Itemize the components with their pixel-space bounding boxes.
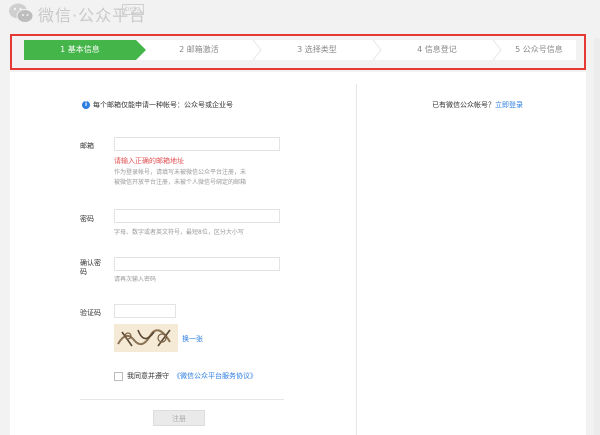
captcha-label: 验证码 xyxy=(80,309,101,317)
vertical-divider xyxy=(356,84,357,435)
password-label: 密码 xyxy=(80,215,94,223)
step-email-activate: 2 邮箱激活 xyxy=(146,40,252,60)
step-chevron-icon xyxy=(252,40,262,60)
info-icon: i xyxy=(82,101,90,109)
beta-badge: beta xyxy=(122,4,144,15)
header: 微信·公众平台 beta xyxy=(0,0,600,38)
step-label: 2 邮箱激活 xyxy=(179,45,219,54)
step-bar: 1 基本信息 2 邮箱激活 3 选择类型 4 信息登记 5 公众号信息 xyxy=(24,40,576,60)
password-field[interactable] xyxy=(114,209,280,223)
step-label: 4 信息登记 xyxy=(417,45,457,54)
has-account-text: 已有微信公众帐号？立即登录 xyxy=(432,100,523,110)
confirm-label-line-2: 码 xyxy=(80,268,87,276)
captcha-refresh-link[interactable]: 换一张 xyxy=(182,334,203,344)
has-account-label: 已有微信公众帐号？ xyxy=(432,101,495,109)
step-account-info: 5 公众号信息 xyxy=(502,40,576,60)
confirm-hint: 请再次输入密码 xyxy=(114,276,157,283)
agree-checkbox[interactable] xyxy=(114,371,123,381)
captcha-image[interactable] xyxy=(114,324,178,352)
register-button[interactable]: 注册 xyxy=(153,410,205,426)
notice: i 每个邮箱仅能申请一种帐号：公众号或企业号 xyxy=(82,100,233,110)
login-link[interactable]: 立即登录 xyxy=(495,101,523,109)
wechat-logo-icon xyxy=(9,3,34,23)
horizontal-divider xyxy=(80,399,284,400)
step-chevron-icon xyxy=(372,40,382,60)
captcha-field[interactable] xyxy=(114,304,176,318)
step-info-register: 4 信息登记 xyxy=(382,40,492,60)
email-error: 请输入正确的邮箱地址 xyxy=(114,157,184,165)
notice-text: 每个邮箱仅能申请一种帐号：公众号或企业号 xyxy=(93,101,233,109)
email-label: 邮箱 xyxy=(80,142,94,150)
step-label: 1 基本信息 xyxy=(60,45,100,54)
agreement-row: 我同意并遵守 《微信公众平台服务协议》 xyxy=(114,371,257,381)
steps-wrapper: 1 基本信息 2 邮箱激活 3 选择类型 4 信息登记 5 公众号信息 xyxy=(10,34,590,72)
step-chevron-icon xyxy=(492,40,502,60)
password-hint: 字母、数字或者英文符号，最短8位，区分大小写 xyxy=(114,229,244,236)
email-hint-line-2: 被微信开放平台注册，未被个人微信号绑定的邮箱 xyxy=(114,179,247,186)
agreement-link[interactable]: 《微信公众平台服务协议》 xyxy=(173,371,257,381)
register-card: i 每个邮箱仅能申请一种帐号：公众号或企业号 已有微信公众帐号？立即登录 邮箱 … xyxy=(10,72,586,435)
confirm-password-field[interactable] xyxy=(114,257,280,271)
step-basic-info: 1 基本信息 xyxy=(24,40,136,60)
step-select-type: 3 选择类型 xyxy=(262,40,372,60)
email-hint-line-1: 作为登录帐号，请填写未被微信公众平台注册，未 xyxy=(114,169,247,176)
step-label: 5 公众号信息 xyxy=(515,45,563,54)
step-label: 3 选择类型 xyxy=(297,45,337,54)
agree-text: 我同意并遵守 xyxy=(127,372,169,380)
step-arrow-active-icon xyxy=(136,40,146,60)
scrollbar[interactable] xyxy=(594,38,600,435)
email-field[interactable] xyxy=(114,137,280,151)
